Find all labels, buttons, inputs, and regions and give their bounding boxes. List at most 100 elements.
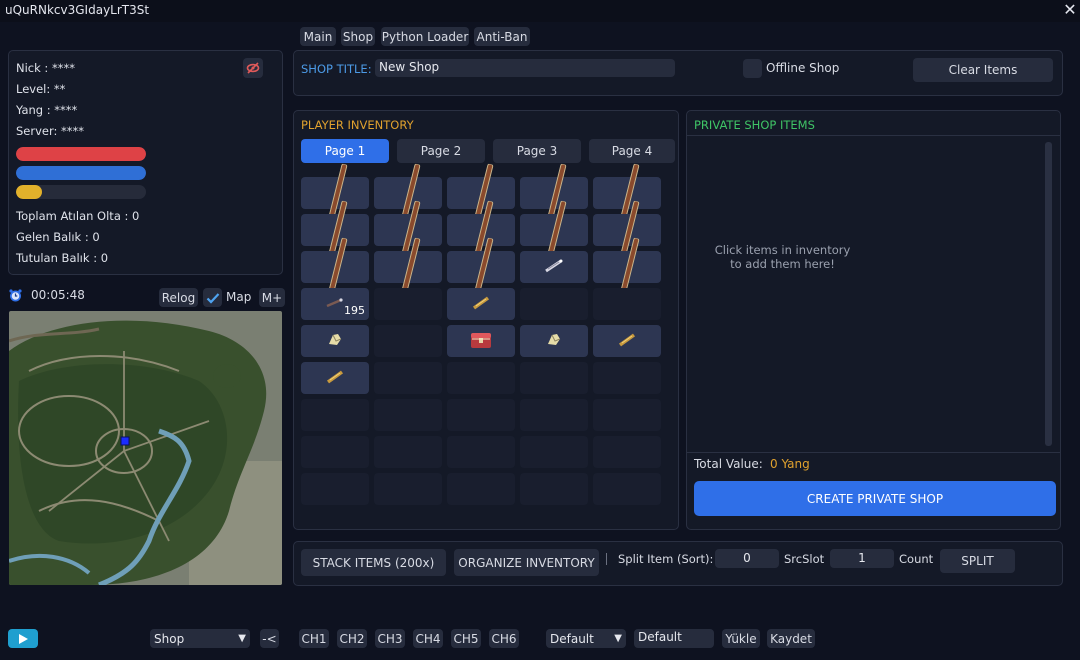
inventory-slot[interactable] — [447, 237, 515, 312]
inventory-page-4-tab[interactable]: Page 4 — [589, 139, 675, 163]
level-label: Level: ** — [16, 82, 66, 96]
inventory-slot[interactable] — [374, 325, 442, 357]
relog-button[interactable]: Relog — [159, 288, 198, 307]
private-shop-hint: Click items in inventory to add them her… — [700, 243, 865, 271]
offline-shop-checkbox[interactable] — [743, 59, 762, 78]
mode-select[interactable]: Shop ▼ — [150, 629, 250, 648]
inventory-slot[interactable] — [447, 325, 515, 357]
inventory-slot[interactable] — [301, 325, 369, 357]
inventory-slot[interactable] — [520, 436, 588, 468]
inventory-slot[interactable] — [593, 362, 661, 394]
actions-separator — [606, 553, 607, 565]
channel-1-button[interactable]: CH1 — [299, 629, 329, 648]
start-button[interactable] — [8, 629, 38, 648]
rod-icon — [325, 296, 345, 313]
close-icon[interactable]: ✕ — [1062, 1, 1078, 19]
inventory-slot[interactable] — [301, 362, 369, 394]
channel-5-button[interactable]: CH5 — [451, 629, 481, 648]
rune-icon — [617, 333, 637, 350]
channel-3-button[interactable]: CH3 — [375, 629, 405, 648]
split-item-label: Split Item (Sort): — [618, 552, 714, 566]
chevron-down-icon: ▼ — [614, 633, 622, 644]
inventory-slot[interactable] — [520, 288, 588, 320]
tab-main[interactable]: Main — [300, 27, 336, 46]
inventory-slot[interactable] — [520, 362, 588, 394]
private-shop-hint-line-1: Click items in inventory — [714, 243, 851, 257]
alarm-clock-icon — [8, 288, 23, 303]
organize-inventory-button[interactable]: ORGANIZE INVENTORY — [454, 549, 599, 576]
channel-6-button[interactable]: CH6 — [489, 629, 519, 648]
inventory-slot[interactable] — [374, 237, 442, 312]
inventory-slot[interactable] — [374, 288, 442, 320]
inventory-title: PLAYER INVENTORY — [301, 118, 414, 132]
inventory-slot[interactable] — [593, 288, 661, 320]
split-button[interactable]: SPLIT — [940, 549, 1015, 573]
profile-name-input[interactable]: Default — [634, 629, 714, 648]
ore-icon — [544, 332, 564, 351]
hp-bar — [16, 147, 146, 161]
shop-title-input[interactable]: New Shop — [375, 59, 675, 77]
inventory-slot[interactable] — [374, 362, 442, 394]
inventory-slot[interactable] — [301, 399, 369, 431]
profile-select[interactable]: Default ▼ — [546, 629, 626, 648]
inventory-slot[interactable] — [593, 473, 661, 505]
collapse-button[interactable]: -< — [260, 629, 279, 648]
total-value-label: Total Value: — [694, 457, 763, 471]
inventory-slot[interactable]: 195 — [301, 288, 369, 320]
inventory-slot[interactable] — [593, 399, 661, 431]
total-value: 0 Yang — [770, 457, 810, 471]
clear-items-button[interactable]: Clear Items — [913, 58, 1053, 82]
create-private-shop-button[interactable]: CREATE PRIVATE SHOP — [694, 481, 1056, 516]
stack-items-button[interactable]: STACK ITEMS (200x) — [301, 549, 446, 576]
tab-python-loader[interactable]: Python Loader — [381, 27, 469, 46]
server-label: Server: **** — [16, 124, 85, 138]
tab-anti-ban[interactable]: Anti-Ban — [474, 27, 530, 46]
map-plus-button[interactable]: M+ — [259, 288, 285, 307]
inventory-slot[interactable] — [374, 399, 442, 431]
profile-select-value: Default — [550, 631, 594, 646]
channel-4-button[interactable]: CH4 — [413, 629, 443, 648]
check-icon — [206, 292, 219, 304]
inventory-page-1-tab[interactable]: Page 1 — [301, 139, 389, 163]
inventory-slot[interactable] — [447, 288, 515, 320]
inventory-slot[interactable] — [593, 436, 661, 468]
inventory-grid: 195 — [301, 163, 666, 509]
inventory-slot[interactable] — [301, 473, 369, 505]
inventory-slot[interactable] — [593, 237, 661, 312]
inventory-slot[interactable] — [447, 473, 515, 505]
nick-label: Nick : **** — [16, 61, 75, 75]
inventory-slot[interactable] — [447, 362, 515, 394]
inventory-page-2-tab[interactable]: Page 2 — [397, 139, 485, 163]
map-checkbox[interactable] — [203, 288, 222, 307]
inventory-page-3-tab[interactable]: Page 3 — [493, 139, 581, 163]
srcslot-input[interactable]: 1 — [830, 549, 894, 568]
load-button[interactable]: Yükle — [722, 629, 760, 648]
shop-title-label: SHOP TITLE: — [301, 62, 372, 76]
sword-icon — [593, 237, 661, 312]
play-icon — [19, 633, 28, 644]
split-sort-input[interactable]: 0 — [715, 549, 779, 568]
scroll-icon — [544, 259, 564, 276]
minimap[interactable] — [9, 311, 282, 585]
inventory-slot[interactable] — [301, 237, 369, 312]
inventory-slot[interactable] — [593, 325, 661, 357]
inventory-slot[interactable] — [520, 325, 588, 357]
inventory-slot[interactable] — [447, 399, 515, 431]
mp-bar-fill — [16, 166, 146, 180]
inventory-slot[interactable] — [301, 436, 369, 468]
inventory-slot[interactable] — [447, 436, 515, 468]
hide-info-button[interactable] — [243, 58, 263, 78]
inventory-slot[interactable] — [520, 399, 588, 431]
inventory-slot[interactable] — [520, 251, 588, 283]
inventory-slot[interactable] — [520, 200, 588, 275]
offline-shop-label: Offline Shop — [766, 61, 840, 75]
save-button[interactable]: Kaydet — [767, 629, 815, 648]
tab-shop[interactable]: Shop — [341, 27, 375, 46]
inventory-slot[interactable] — [374, 473, 442, 505]
private-shop-scrollbar[interactable] — [1045, 142, 1052, 446]
inventory-slot[interactable] — [374, 436, 442, 468]
channel-2-button[interactable]: CH2 — [337, 629, 367, 648]
inventory-slot[interactable] — [520, 473, 588, 505]
session-timer: 00:05:48 — [31, 288, 85, 302]
sword-icon — [301, 237, 369, 312]
